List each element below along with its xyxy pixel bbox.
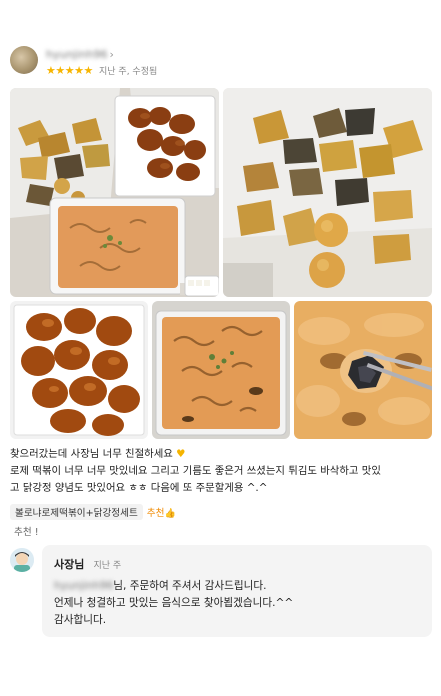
ordered-menu-row: 볼로냐로제떡볶이+닭강정세트 추천👍 (10, 503, 176, 521)
thumbs-up-icon: 👍 (164, 509, 176, 519)
owner-reply-bubble: 사장님 지난 주 hyunjinh96님, 주문하여 주셔서 감사드립니다. 언… (42, 545, 432, 637)
chevron-right-icon: › (109, 48, 114, 61)
rating-row: ★★★★★ 지난 주, 수정됨 (46, 64, 157, 77)
reviewer-avatar[interactable] (10, 46, 38, 74)
review-photo-5[interactable] (294, 301, 432, 439)
review-text: 찾으러갔는데 사장님 너무 친절하세요 ♥ 로제 떡볶이 너무 너무 맛있네요 … (10, 446, 431, 497)
recommend-label: 추천 (146, 508, 165, 519)
star-rating: ★★★★★ (46, 64, 93, 77)
review-photo-2[interactable] (223, 88, 432, 297)
reviewer-name-link[interactable]: hyunjinh96 › (46, 48, 114, 61)
review-photo-3[interactable] (10, 301, 148, 439)
review-line-3: 고 닭강정 양념도 맛있어요 ㅎㅎ 다음에 또 주문할게용 ^.^ (10, 482, 268, 494)
owner-reply-line-2: 언제나 청결하고 맛있는 음식으로 찾아뵙겠습니다.^^ (54, 597, 294, 609)
owner-reply-header: 사장님 지난 주 (54, 553, 420, 572)
owner-reply-customer-name: hyunjinh96 (54, 580, 114, 592)
recommend-badge: 추천👍 (147, 505, 176, 519)
review-photo-1[interactable] (10, 88, 219, 297)
ordered-menu-chip[interactable]: 볼로냐로제떡볶이+닭강정세트 (10, 504, 143, 520)
review-line-1-text: 찾으러갔는데 사장님 너무 친절하세요 (10, 448, 173, 460)
recommend-comment: 추천 ! (14, 527, 39, 538)
owner-reply-line-1-text: 님, 주문하여 주셔서 감사드립니다. (113, 580, 267, 592)
review-date: 지난 주, 수정됨 (99, 67, 158, 77)
owner-reply-line-1: hyunjinh96님, 주문하여 주셔서 감사드립니다. (54, 578, 420, 595)
heart-icon: ♥ (176, 448, 186, 460)
owner-name: 사장님 (54, 558, 85, 571)
owner-avatar (10, 548, 34, 572)
owner-reply-time: 지난 주 (93, 561, 122, 571)
reviewer-name: hyunjinh96 (46, 48, 108, 61)
review-line-1: 찾으러갔는데 사장님 너무 친절하세요 ♥ (10, 446, 431, 463)
owner-reply-text: hyunjinh96님, 주문하여 주셔서 감사드립니다. 언제나 청결하고 맛… (54, 578, 420, 629)
review-header: hyunjinh96 › ★★★★★ 지난 주, 수정됨 (10, 46, 430, 80)
owner-reply-line-3: 감사합니다. (54, 614, 107, 626)
review-photo-4[interactable] (152, 301, 290, 439)
review-line-2: 로제 떡볶이 너무 너무 맛있네요 그리고 기름도 좋은거 쓰셨는지 튀김도 바… (10, 465, 381, 477)
